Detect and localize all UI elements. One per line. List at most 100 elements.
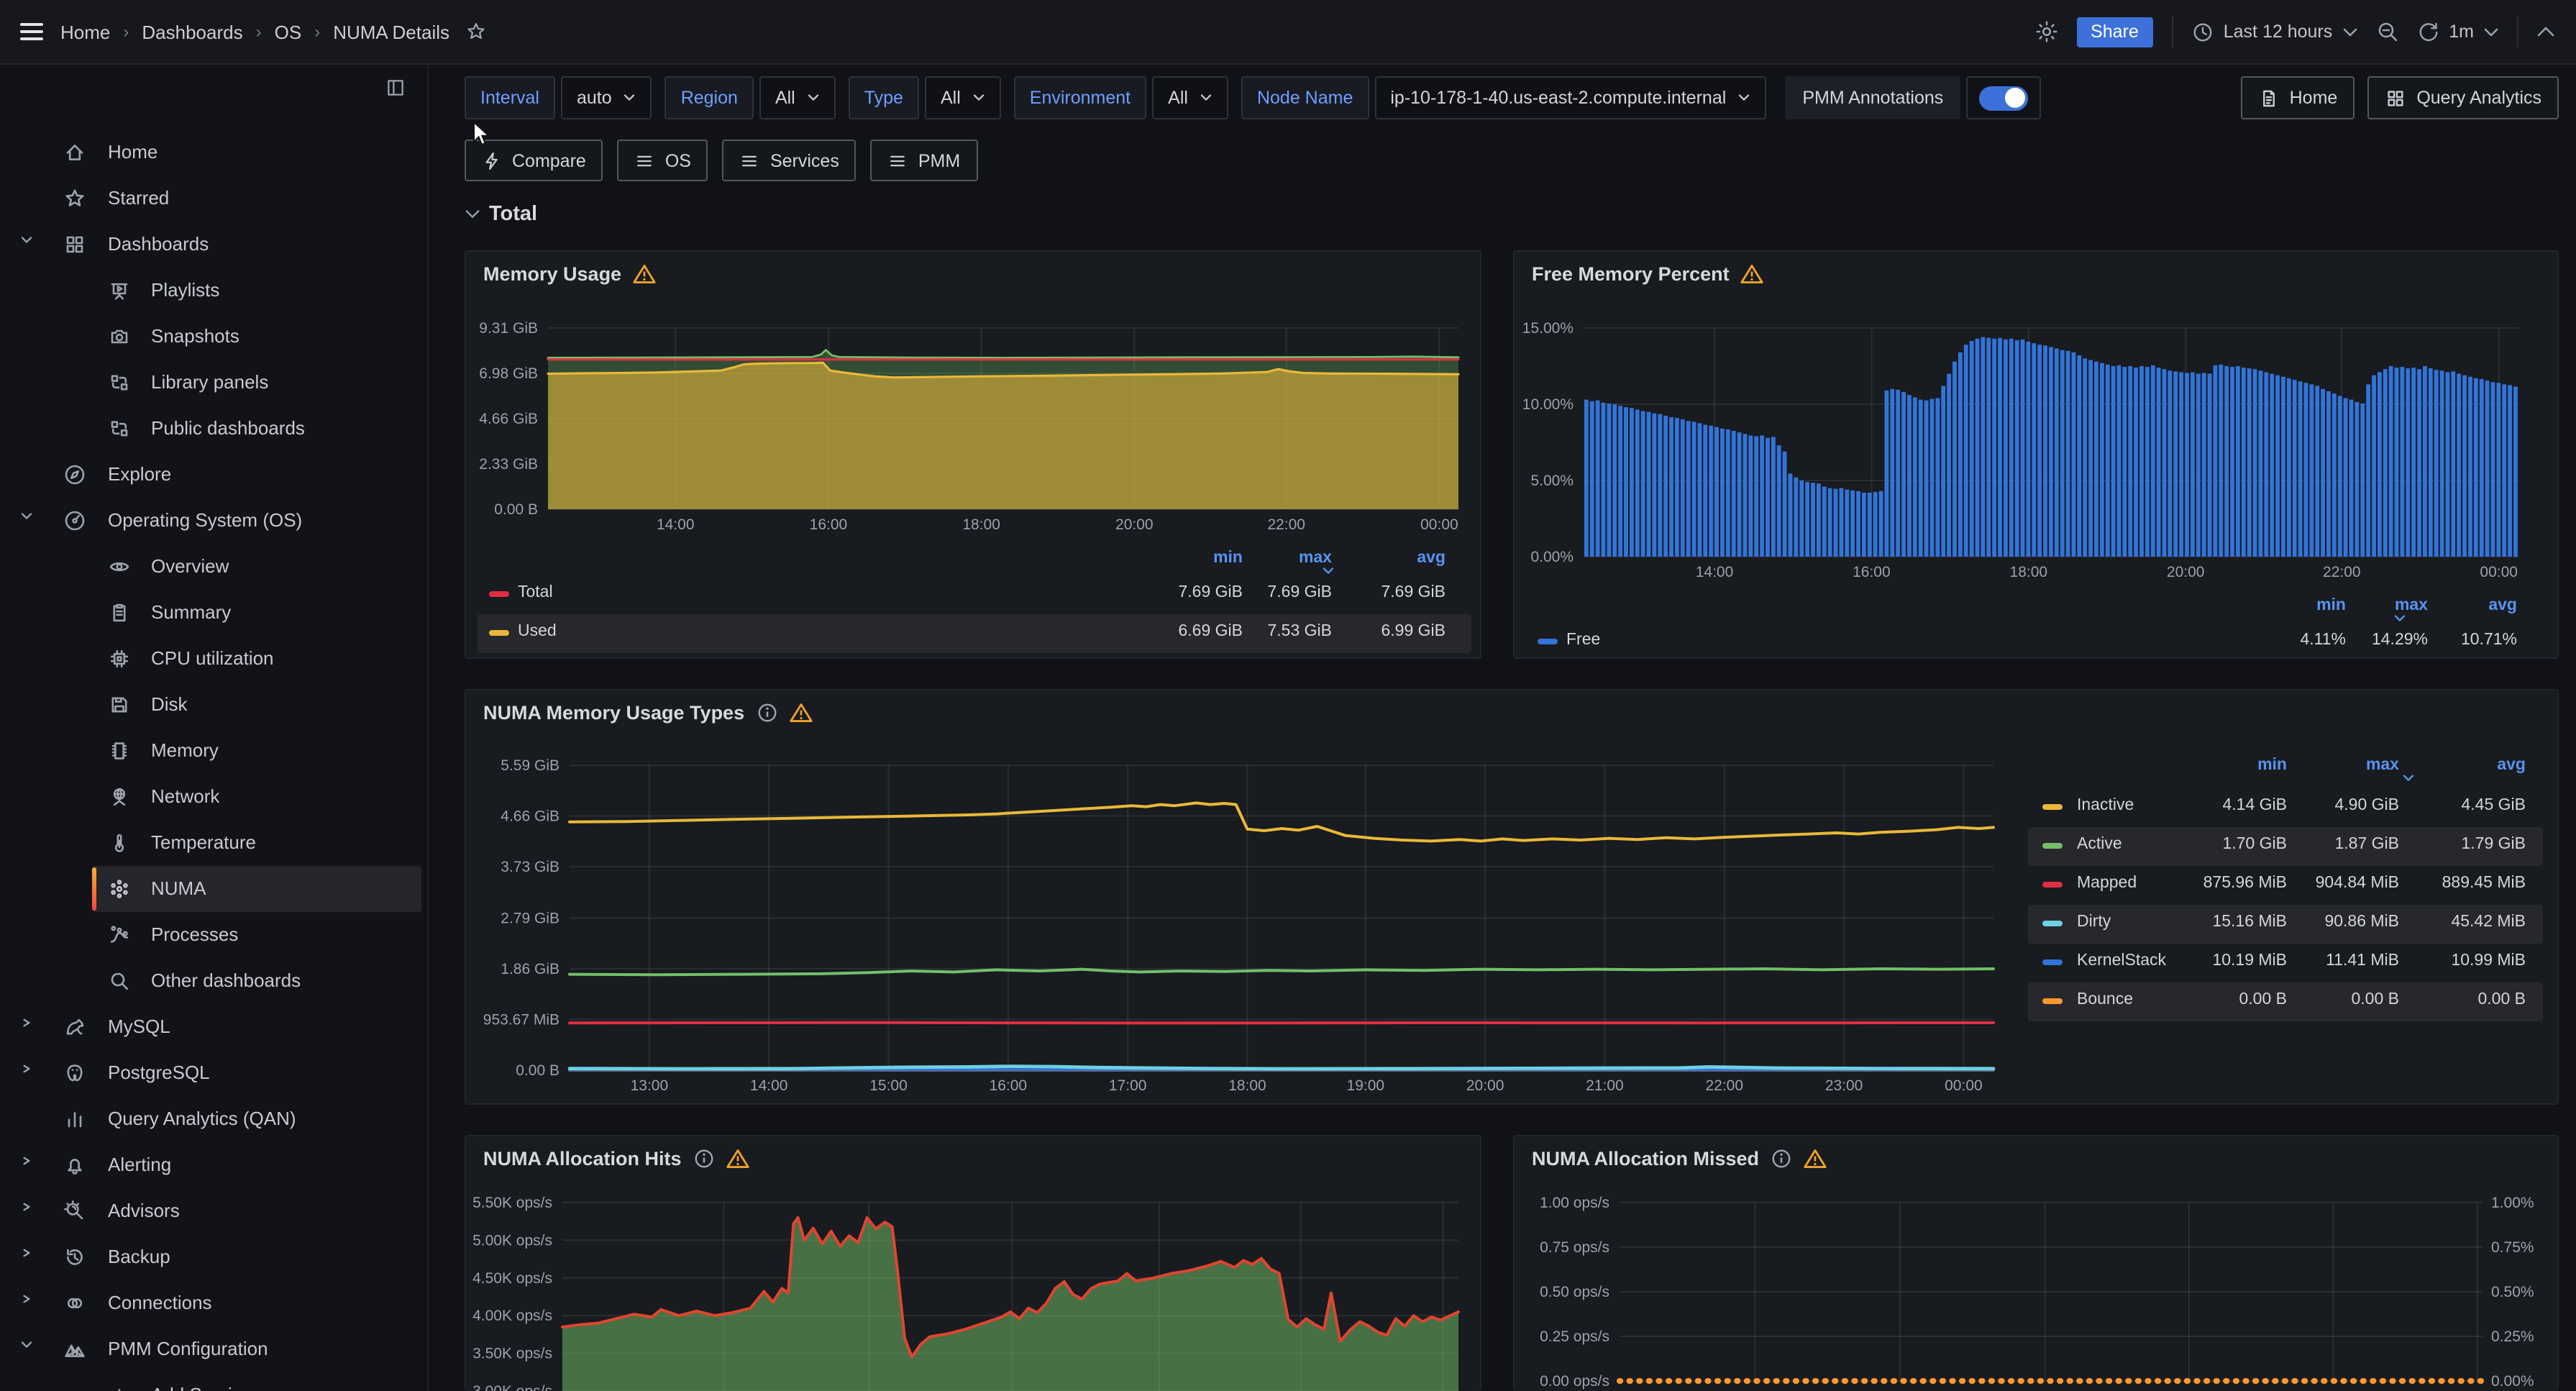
sidebar-item-snapshots[interactable]: Snapshots [0,314,427,360]
legend-row-dirty[interactable]: Dirty15.16 MiB90.86 MiB45.42 MiB [2028,905,2543,944]
filter-label-environment[interactable]: Environment [1014,76,1146,119]
sidebar-item-home[interactable]: Home [0,129,427,175]
series-name[interactable]: Inactive [2077,797,2134,814]
chevron-right-icon[interactable] [20,1064,33,1073]
sidebar-item-memory[interactable]: Memory [0,728,427,774]
filter-value-node-name[interactable]: ip-10-178-1-40.us-east-2.compute.interna… [1374,76,1766,119]
query-analytics-button[interactable]: Query Analytics [2367,76,2559,119]
series-name[interactable]: Dirty [2077,913,2111,931]
compare-button[interactable]: Compare [465,140,603,181]
legend-col-avg[interactable]: avg [2393,597,2517,623]
legend-row-bounce[interactable]: Bounce0.00 B0.00 B0.00 B [2028,982,2543,1021]
series-name[interactable]: Used [518,623,557,640]
sidebar-item-cpu-utilization[interactable]: CPU utilization [0,636,427,682]
sidebar-item-processes[interactable]: Processes [0,912,427,958]
breadcrumb-item-dashboards[interactable]: Dashboards [142,21,242,42]
sidebar-item-alerting[interactable]: Alerting [0,1142,427,1188]
legend-row-free[interactable]: Free4.11%14.29%10.71% [1526,623,2549,662]
share-button[interactable]: Share [2076,17,2153,47]
sidebar-item-other-dashboards[interactable]: Other dashboards [0,958,427,1004]
series-name[interactable]: Total [518,584,553,601]
sidebar-item-pmm-configuration[interactable]: PMM Configuration [0,1326,427,1372]
legend-col-max[interactable]: max [2275,757,2399,774]
pmm-annotations-toggle[interactable] [1966,76,2041,119]
collapse-top-icon[interactable] [2537,26,2554,37]
chevron-right-icon[interactable] [20,1157,33,1165]
series-name[interactable]: Bounce [2077,991,2133,1008]
sidebar-item-advisors[interactable]: Advisors [0,1188,427,1234]
legend-col-max[interactable]: max [1208,549,1332,567]
breadcrumb-item-home[interactable]: Home [60,21,110,42]
sidebar-item-playlists[interactable]: Playlists [0,268,427,314]
sidebar-item-postgresql[interactable]: PostgreSQL [0,1050,427,1096]
sidebar-item-numa[interactable]: NUMA [0,866,427,912]
filter-value-type[interactable]: All [925,76,1001,119]
os-button[interactable]: OS [618,140,708,181]
sidebar-item-summary[interactable]: Summary [0,590,427,636]
sidebar-item-label: Temperature [151,831,256,854]
legend-row-kernelstack[interactable]: KernelStack10.19 MiB11.41 MiB10.99 MiB [2028,944,2543,982]
legend-row-total[interactable]: Total7.69 GiB7.69 GiB7.69 GiB [478,575,1471,614]
sidebar-item-connections[interactable]: Connections [0,1280,427,1326]
home-button[interactable]: Home [2241,76,2355,119]
dock-menu-icon[interactable] [385,78,406,98]
chevron-right-icon[interactable] [20,1295,33,1303]
chevron-right-icon[interactable] [20,1018,33,1027]
settings-gear-icon[interactable] [2034,20,2057,43]
row-total-header[interactable]: Total [465,203,537,226]
chevron-down-icon[interactable] [20,1341,33,1349]
memory-usage-chart[interactable]: 9.31 GiB6.98 GiB4.66 GiB2.33 GiB0.00 B14… [466,252,1483,547]
sidebar-item-mysql[interactable]: MySQL [0,1004,427,1050]
sidebar-item-public-dashboards[interactable]: Public dashboards [0,406,427,452]
filter-label-interval[interactable]: Interval [465,76,555,119]
panel-memory-usage: Memory Usage 9.31 GiB6.98 GiB4.66 GiB2.3… [465,250,1481,659]
sidebar-item-overview[interactable]: Overview [0,544,427,590]
legend-row-active[interactable]: Active1.70 GiB1.87 GiB1.79 GiB [2028,827,2543,866]
numa-allocation-hits-chart[interactable]: 5.50K ops/s5.00K ops/s4.50K ops/s4.00K o… [466,1136,1483,1391]
time-range-picker[interactable]: Last 12 hours [2192,21,2357,42]
zoom-out-icon[interactable] [2375,20,2398,43]
sidebar-item-network[interactable]: Network [0,774,427,820]
svg-text:20:00: 20:00 [1115,516,1154,533]
series-name[interactable]: Active [2077,836,2122,853]
filter-label-type[interactable]: Type [849,76,919,119]
pmm-button[interactable]: PMM [871,140,977,181]
legend-row-mapped[interactable]: Mapped875.96 MiB904.84 MiB889.45 MiB [2028,866,2543,905]
legend-row-used[interactable]: Used6.69 GiB7.53 GiB6.99 GiB [478,614,1471,653]
sidebar-item-operating-system-os[interactable]: Operating System (OS) [0,498,427,544]
sidebar-item-disk[interactable]: Disk [0,682,427,728]
numa-allocation-missed-chart[interactable]: 1.00 ops/s1.00%0.75 ops/s0.75%0.50 ops/s… [1515,1136,2560,1391]
sidebar-item-query-analytics-qan[interactable]: Query Analytics (QAN) [0,1096,427,1142]
sidebar-item-starred[interactable]: Starred [0,175,427,222]
filter-value-region[interactable]: All [759,76,836,119]
filter-label-region[interactable]: Region [665,76,754,119]
sidebar-item-backup[interactable]: Backup [0,1234,427,1280]
chevron-right-icon[interactable] [20,1203,33,1211]
sidebar-item-add-service[interactable]: Add Service [0,1372,427,1391]
svg-text:5.00K ops/s: 5.00K ops/s [472,1232,552,1249]
services-button[interactable]: Services [723,140,857,181]
breadcrumb-item-numa-details[interactable]: NUMA Details [333,21,449,42]
sidebar-item-library-panels[interactable]: Library panels [0,360,427,406]
legend-col-min[interactable]: min [2163,757,2287,774]
filter-value-environment[interactable]: All [1152,76,1228,119]
favorite-star-icon[interactable] [465,22,485,42]
sidebar-item-dashboards[interactable]: Dashboards [0,222,427,268]
legend-col-avg[interactable]: avg [1322,549,1445,575]
legend-row-inactive[interactable]: Inactive4.14 GiB4.90 GiB4.45 GiB [2028,788,2543,827]
menu-toggle-icon[interactable] [20,22,43,42]
sidebar-item-temperature[interactable]: Temperature [0,820,427,866]
series-name[interactable]: Mapped [2077,875,2137,892]
filter-value-interval[interactable]: auto [561,76,652,119]
chevron-right-icon[interactable] [20,1249,33,1257]
filter-label-node-name[interactable]: Node Name [1241,76,1369,119]
sidebar-item-explore[interactable]: Explore [0,452,427,498]
free-memory-chart[interactable]: 15.00%10.00%5.00%0.00%14:0016:0018:0020:… [1515,252,2560,591]
legend-col-avg[interactable]: avg [2402,757,2526,783]
breadcrumb-item-os[interactable]: OS [275,21,302,42]
grafana-app: Home›Dashboards›OS›NUMA Details Share La… [0,0,2576,1391]
series-name[interactable]: Free [1566,631,1600,649]
chevron-down-icon[interactable] [20,236,33,245]
chevron-down-icon[interactable] [20,512,33,521]
refresh-picker[interactable]: 1m [2417,21,2498,42]
